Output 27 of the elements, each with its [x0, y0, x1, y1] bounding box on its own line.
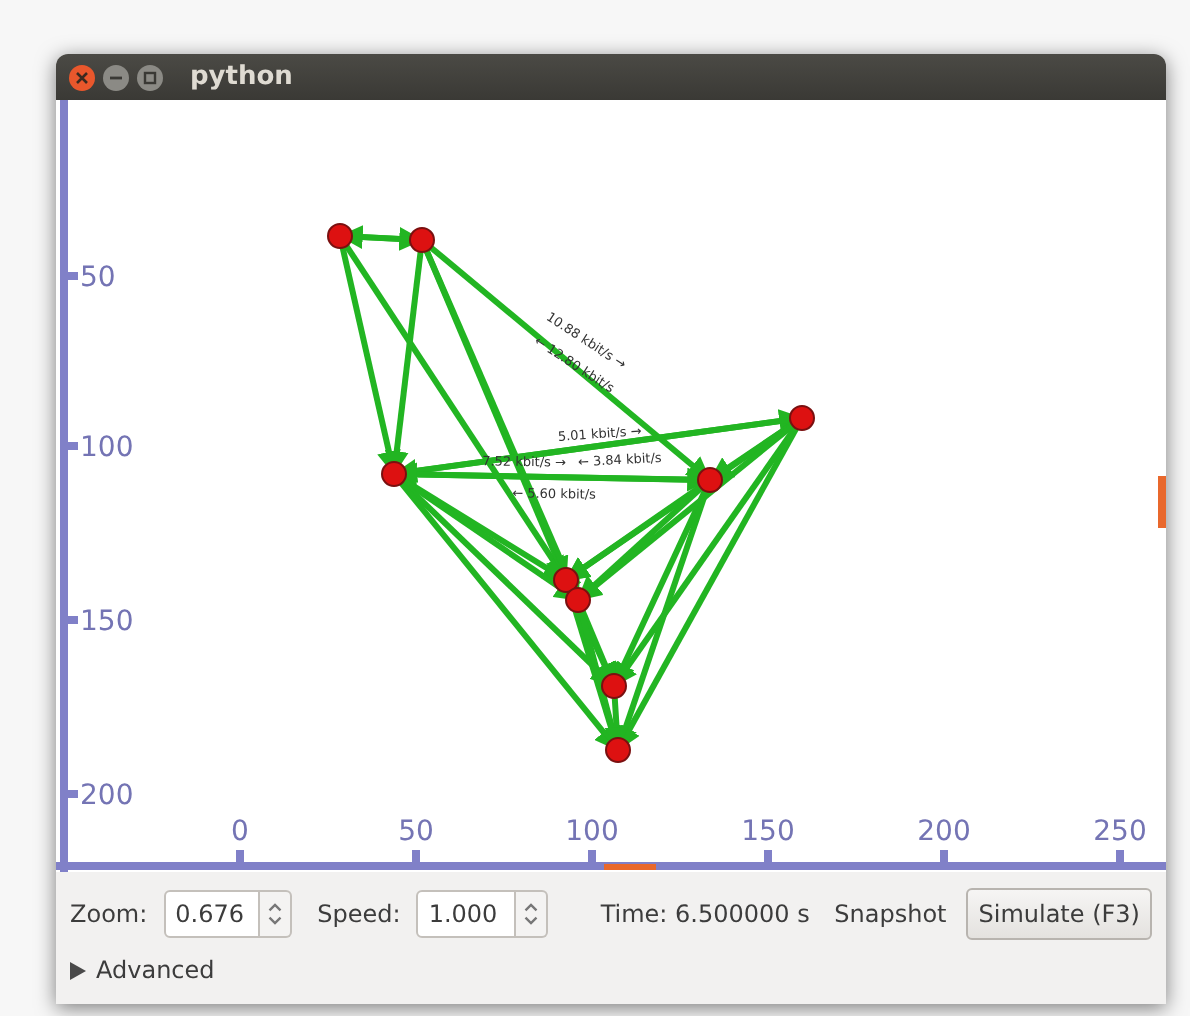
axis-tick-label: 200 [80, 780, 134, 812]
speed-label: Speed: [317, 898, 401, 932]
axis-tick-label: 50 [80, 262, 116, 294]
axis-tick-label: 200 [917, 816, 971, 848]
expander-icon[interactable] [70, 961, 86, 979]
axis-tick-label: 0 [231, 816, 249, 848]
simulate-button[interactable]: Simulate (F3) [966, 888, 1152, 940]
zoom-field[interactable]: 0.676 [163, 890, 260, 938]
stepper-icon[interactable] [259, 890, 292, 938]
window-title: python [190, 59, 293, 96]
minimize-icon[interactable] [102, 63, 130, 91]
speed-field[interactable]: 1.000 [416, 890, 517, 938]
stepper-icon[interactable] [516, 890, 549, 938]
axis-tick-label: 100 [80, 432, 134, 464]
advanced-expander[interactable]: Advanced [96, 952, 215, 988]
axis-tick-label: 150 [741, 816, 795, 848]
zoom-label: Zoom: [70, 898, 148, 932]
close-icon[interactable] [68, 63, 96, 91]
time-readout: Time: 6.500000 s [600, 898, 810, 932]
axis-tick-label: 50 [398, 816, 434, 848]
scroll-marker [1158, 476, 1166, 528]
axis-tick-label: 150 [80, 606, 134, 638]
axis-tick-label: 250 [1093, 816, 1147, 848]
scroll-marker [604, 864, 656, 870]
axis-tick-label: 100 [565, 816, 619, 848]
maximize-icon[interactable] [136, 63, 164, 91]
snapshot-label: Snapshot [834, 898, 947, 932]
